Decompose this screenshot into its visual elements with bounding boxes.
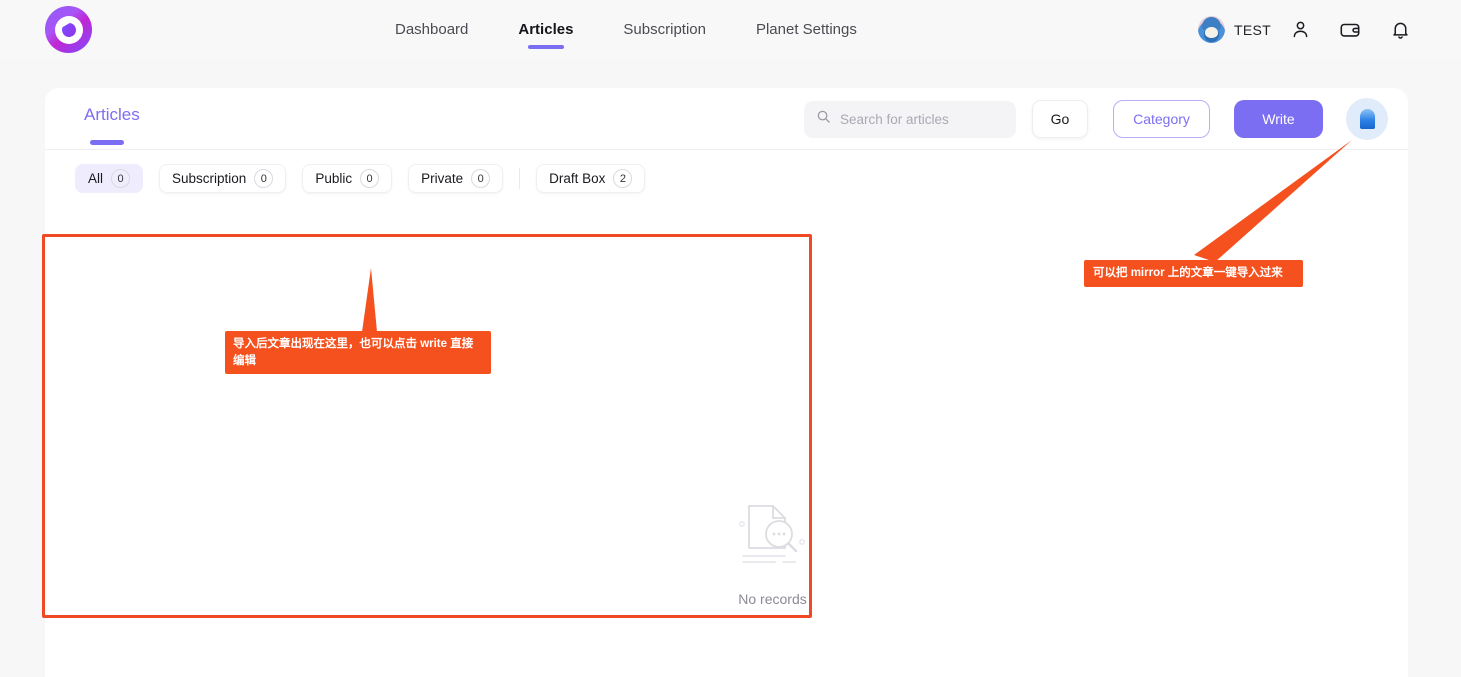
nav-label: Planet Settings — [755, 21, 857, 38]
filter-chip-draft-box[interactable]: Draft Box 2 — [536, 164, 646, 193]
write-button[interactable]: Write — [1234, 100, 1323, 138]
chip-label: Draft Box — [549, 171, 606, 186]
chip-count: 0 — [254, 169, 274, 188]
articles-card: Articles Go Category Write All — [45, 88, 1408, 677]
nav-active-indicator — [527, 45, 564, 49]
nav-label: Subscription — [623, 21, 706, 38]
bell-icon[interactable] — [1379, 10, 1421, 50]
chip-count: 0 — [471, 169, 491, 188]
nav-item-subscription[interactable]: Subscription — [598, 0, 731, 59]
annotation-articles-area: 导入后文章出现在这里，也可以点击 write 直接编辑 — [225, 331, 491, 375]
annotation-mirror-import: 可以把 mirror 上的文章一键导入过来 — [1084, 260, 1303, 287]
chip-label: Public — [315, 171, 353, 186]
no-records-illustration — [733, 505, 813, 578]
top-navigation-bar: Dashboard Articles Subscription Planet S… — [0, 0, 1461, 59]
category-button[interactable]: Category — [1113, 100, 1210, 138]
username-label: TEST — [1234, 21, 1271, 38]
nav-label: Dashboard — [395, 21, 469, 38]
empty-state-text: No records — [738, 591, 807, 607]
logo-ring — [45, 6, 92, 53]
account-area: TEST — [1198, 0, 1421, 59]
mirror-import-icon — [1359, 109, 1375, 129]
chip-label: Subscription — [172, 171, 247, 186]
page-title-underline — [90, 140, 124, 145]
filter-chip-private[interactable]: Private 0 — [408, 164, 504, 193]
empty-state: No records — [705, 498, 840, 607]
main-nav: Dashboard Articles Subscription Planet S… — [370, 0, 882, 59]
chip-count: 0 — [360, 169, 380, 188]
person-icon[interactable] — [1279, 10, 1321, 50]
nav-item-articles[interactable]: Articles — [493, 0, 598, 59]
page-title: Articles — [84, 105, 140, 124]
nav-label: Articles — [518, 21, 574, 38]
search-box[interactable] — [804, 100, 1016, 138]
wallet-icon[interactable] — [1329, 10, 1371, 50]
chip-count: 2 — [613, 169, 633, 188]
card-header: Articles Go Category Write — [45, 88, 1408, 150]
chip-count: 0 — [111, 169, 131, 188]
logo-glyph — [60, 21, 78, 39]
filter-chip-subscription[interactable]: Subscription 0 — [159, 164, 287, 193]
logo-inner-circle — [54, 15, 83, 44]
filter-divider — [519, 168, 521, 189]
chip-label: Private — [421, 171, 464, 186]
search-input[interactable] — [840, 111, 1000, 127]
search-icon — [816, 109, 831, 129]
nav-item-planet-settings[interactable]: Planet Settings — [731, 0, 882, 59]
search-go-button[interactable]: Go — [1032, 100, 1088, 138]
filter-chip-row: All 0 Subscription 0 Public 0 Private 0 … — [75, 164, 661, 193]
filter-chip-all[interactable]: All 0 — [75, 164, 144, 193]
planet-logo[interactable] — [45, 6, 92, 53]
filter-chip-public[interactable]: Public 0 — [302, 164, 393, 193]
nav-item-dashboard[interactable]: Dashboard — [370, 0, 493, 59]
chip-label: All — [88, 171, 104, 186]
mirror-import-button[interactable] — [1346, 98, 1388, 140]
user-avatar[interactable] — [1198, 16, 1226, 43]
card-header-tools: Go Category Write — [804, 88, 1388, 150]
